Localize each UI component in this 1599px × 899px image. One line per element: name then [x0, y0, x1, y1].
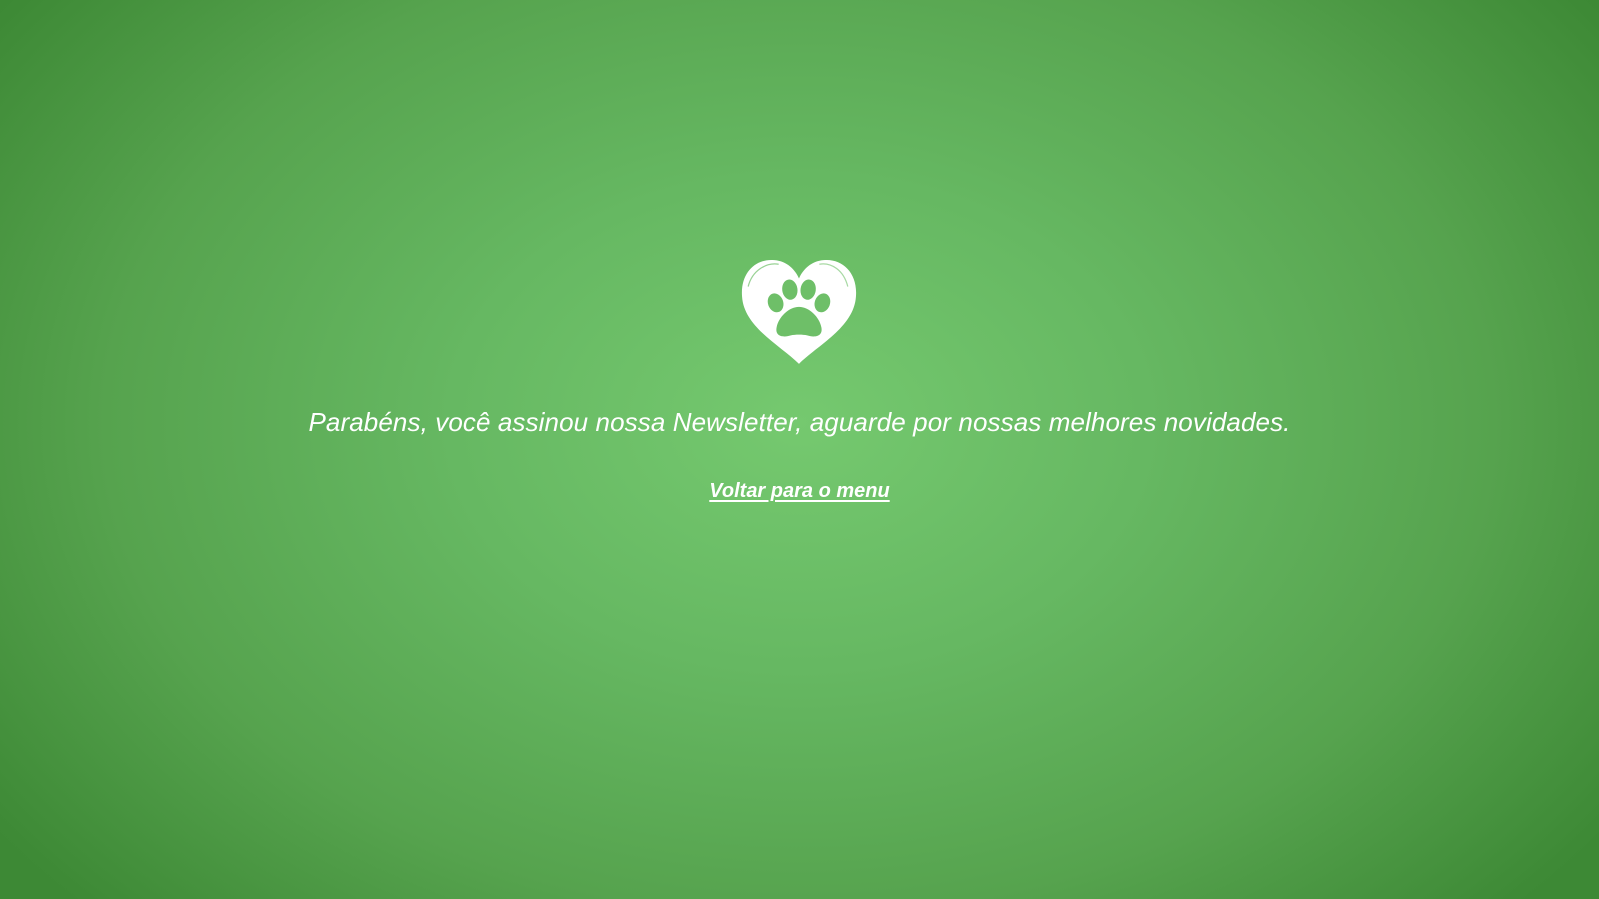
confirmation-message: Parabéns, você assinou nossa Newsletter,… [308, 407, 1291, 437]
back-link-container: Voltar para o menu [0, 477, 1599, 505]
page: { "logo": { "icon": "heart-paw-icon", "c… [0, 0, 1599, 899]
back-to-menu-link[interactable]: Voltar para o menu [709, 480, 889, 502]
heart-paw-icon [738, 256, 860, 368]
